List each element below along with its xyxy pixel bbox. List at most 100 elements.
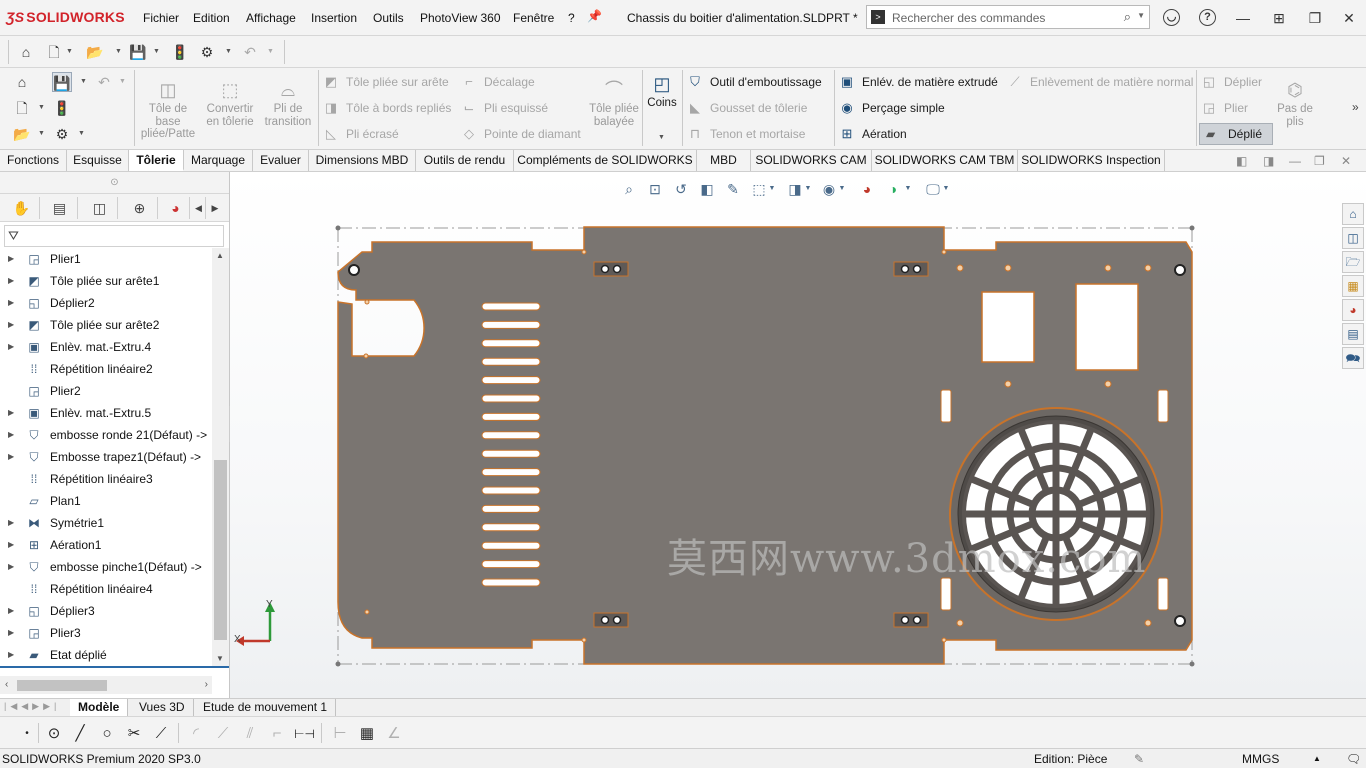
expand-arrow-icon[interactable]: ▶ [8,600,14,622]
chamfer-icon[interactable]: ⟋ [213,724,233,744]
options-gear-icon[interactable]: ⚙ [52,124,72,144]
circle-center-icon[interactable]: ⊙ [44,724,64,744]
tree-vertical-scrollbar[interactable]: ▲ ▼ [212,248,229,666]
restore-icon[interactable]: ❐ [1306,9,1324,27]
tab-complements[interactable]: Compléments de SOLIDWORKS [514,150,697,171]
undo-dropdown-icon[interactable]: ▼ [119,78,126,85]
sketched-bend-button[interactable]: ⌙ Pli esquissé [460,98,548,118]
lofted-bend-button[interactable]: ⌓ Pli de transition [260,80,316,128]
corners-button[interactable]: ◰ Coins [644,74,680,110]
tab-slot-button[interactable]: ⊓ Tenon et mortaise [686,124,805,144]
view-palette-icon[interactable]: ▦ [1342,275,1364,297]
menu-photoview[interactable]: PhotoView 360 [420,11,501,25]
offset-icon[interactable]: ⫽ [240,724,260,744]
save-dropdown-icon[interactable]: ▼ [80,78,87,85]
point-icon[interactable]: • [17,724,37,744]
display-manager-tab-icon[interactable]: ◕ [162,197,190,219]
property-manager-tab-icon[interactable]: ▤ [42,197,78,219]
tab-dimensions-mbd[interactable]: Dimensions MBD [309,150,416,171]
edge-flange-button[interactable]: ◩ Tôle pliée sur arête [322,72,449,92]
line-icon[interactable]: ╱ [70,724,90,744]
undo-dropdown-icon[interactable]: ▼ [267,48,274,55]
tree-item[interactable]: ▶ ⊞ Aération1 [0,534,212,556]
hem-button[interactable]: ◨ Tôle à bords repliés [322,98,452,118]
corners-dropdown-icon[interactable]: ▼ [658,134,665,141]
flatten-button[interactable]: ▰ Déplié [1199,123,1273,145]
undo-icon[interactable]: ↶ [240,42,260,62]
task-pane-home-icon[interactable]: ⌂ [1342,203,1364,225]
tree-item[interactable]: ▶ ▣ Enlèv. mat.-Extru.4 [0,336,212,358]
scroll-down-icon[interactable]: ▼ [216,654,224,663]
feedback-icon[interactable]: 🗨 [1346,752,1361,766]
tree-horizontal-scrollbar[interactable]: ‹ › [0,676,212,694]
tab-evaluer[interactable]: Evaluer [253,150,309,171]
tree-item[interactable]: ▱ Plan1 [0,490,212,512]
tab-modele[interactable]: Modèle [70,699,129,716]
expand-arrow-icon[interactable]: ▶ [8,512,14,534]
tree-item[interactable]: ▶ ▰ Etat déplié [0,644,212,666]
tile-windows-icon[interactable]: ⊞ [1270,9,1288,27]
tree-rollback-bar[interactable] [0,666,229,668]
save-icon[interactable]: 💾 [52,72,72,92]
tree-item[interactable]: ▶ ⛉ embosse ronde 21(Défaut) -> [0,424,212,446]
forming-tool-button[interactable]: ⛉ Outil d'emboutissage [686,72,822,92]
pin-menu-icon[interactable]: 📌 [587,9,602,23]
file-explorer-icon[interactable]: 🗁 [1342,251,1364,273]
fillet-icon[interactable]: ◜ [186,724,206,744]
tab-outils-de-rendu[interactable]: Outils de rendu [416,150,514,171]
tree-item[interactable]: ◲ Plier2 [0,380,212,402]
jog-button[interactable]: ⌐ Décalage [460,72,535,92]
fold-button[interactable]: ◲ Plier [1200,98,1248,118]
tabs-left-arrow-icon[interactable]: ◀ [192,197,206,219]
expand-arrow-icon[interactable]: ▶ [8,644,14,666]
tab-vues-3d[interactable]: Vues 3D [131,699,194,716]
units-dropdown-icon[interactable]: ▲ [1313,754,1321,763]
new-document-icon[interactable]: 🗋 [12,98,32,118]
smart-dimension-icon[interactable]: ⊢⊣ [294,724,315,744]
tab-tolerie[interactable]: Tôlerie [129,150,184,171]
extend-icon[interactable]: ⟋ [151,724,171,744]
forum-icon[interactable]: 🗪 [1342,347,1364,369]
scroll-up-icon[interactable]: ▲ [216,251,224,260]
tree-item[interactable]: ⁞⁞ Répétition linéaire2 [0,358,212,380]
grid-icon[interactable]: ▦ [357,724,377,744]
hscroll-thumb[interactable] [17,680,107,691]
menu-fenetre[interactable]: Fenêtre [513,11,554,25]
gusset-button[interactable]: ◣ Gousset de tôlerie [686,98,807,118]
doc-minimize-icon[interactable]: — [1289,154,1301,168]
minimize-icon[interactable]: — [1234,9,1252,27]
extruded-cut-button[interactable]: ▣ Enlév. de matière extrudé [838,72,998,92]
swept-flange-button[interactable]: ⌒ Tôle pliée balayée [589,80,639,128]
undo-icon[interactable]: ↶ [94,72,114,92]
tree-filter-input[interactable]: ⛛ [4,225,224,247]
trim-icon[interactable]: ✂ [124,724,144,744]
home-icon[interactable]: ⌂ [12,72,32,92]
tree-item[interactable]: ▶ ◲ Plier3 [0,622,212,644]
tree-item[interactable]: ▶ ⧓ Symétrie1 [0,512,212,534]
doc-close-icon[interactable]: ✕ [1341,154,1351,168]
tree-item[interactable]: ▶ ◱ Déplier2 [0,292,212,314]
no-bends-button[interactable]: ⌬ Pas de plis [1276,80,1314,128]
dimxpert-tab-icon[interactable]: ⊕ [122,197,158,219]
rebuild-icon[interactable]: 🚦 [170,42,190,62]
tab-solidworks-cam-tbm[interactable]: SOLIDWORKS CAM TBM [872,150,1018,171]
tree-item[interactable]: ▶ ◩ Tôle pliée sur arête2 [0,314,212,336]
search-input[interactable]: Rechercher des commandes [892,11,1045,25]
expand-arrow-icon[interactable]: ▶ [8,402,14,424]
new-document-icon[interactable]: 🗋 [44,42,64,62]
rebuild-status-icon[interactable]: ✎ [1134,752,1144,766]
search-dropdown-icon[interactable]: ▼ [1137,11,1145,20]
options-dropdown-icon[interactable]: ▼ [225,48,232,55]
design-library-icon[interactable]: ◫ [1342,227,1364,249]
cross-break-button[interactable]: ◇ Pointe de diamant [460,124,581,144]
tab-motion-study[interactable]: Etude de mouvement 1 [195,699,337,716]
unfold-button[interactable]: ◱ Déplier [1200,72,1262,92]
expand-arrow-icon[interactable]: ▶ [8,534,14,556]
options-gear-icon[interactable]: ⚙ [197,42,217,62]
tabs-right-arrow-icon[interactable]: ▶ [208,197,222,219]
panel-grip[interactable]: ⊙ [0,172,229,194]
rebuild-icon[interactable]: 🚦 [52,98,72,118]
scroll-thumb[interactable] [214,460,227,640]
crushed-bend-button[interactable]: ◺ Pli écrasé [322,124,399,144]
save-dropdown-icon[interactable]: ▼ [153,48,160,55]
